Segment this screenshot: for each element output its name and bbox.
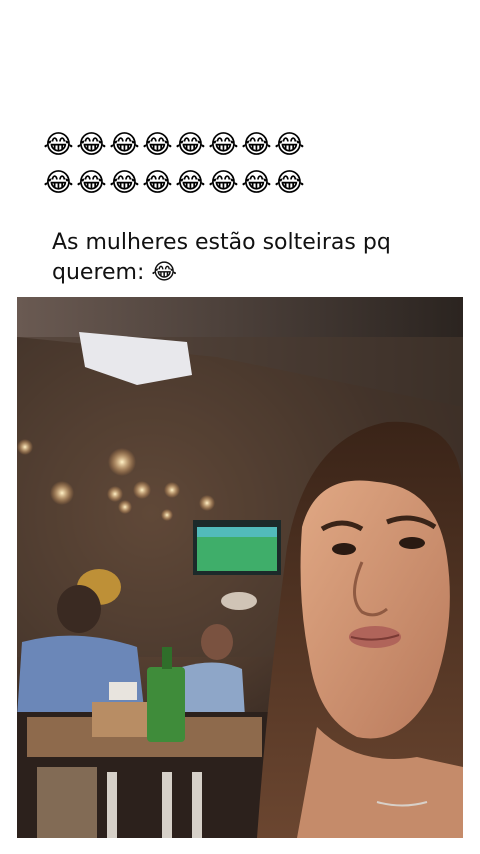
- light-bokeh: [161, 509, 173, 521]
- light-bokeh: [118, 500, 132, 514]
- post-caption: As mulheres estão solteiras pq querem: 😂: [52, 230, 391, 285]
- tears-of-joy-emoji: 😂: [241, 168, 272, 198]
- tears-of-joy-emoji: 😂: [43, 168, 74, 198]
- eye: [399, 537, 425, 549]
- light-bokeh: [199, 495, 215, 511]
- light-bokeh: [107, 486, 123, 502]
- light-bokeh: [17, 439, 33, 455]
- tears-of-joy-emoji: 😂: [43, 130, 74, 160]
- tears-of-joy-emoji: 😂: [175, 130, 206, 160]
- patron-head: [201, 624, 233, 660]
- tears-of-joy-emoji: 😂: [208, 168, 239, 198]
- tears-of-joy-emoji: 😂: [208, 130, 239, 160]
- light-bokeh: [50, 481, 74, 505]
- tears-of-joy-emoji: 😂: [109, 130, 140, 160]
- chair: [37, 767, 97, 838]
- tears-of-joy-emoji: 😂: [175, 168, 206, 198]
- patron-shirt: [177, 662, 245, 717]
- light-bokeh: [133, 481, 151, 499]
- tears-of-joy-emoji: 😂: [142, 168, 173, 198]
- green-bottle: [147, 667, 185, 742]
- tears-of-joy-emoji: 😂: [109, 168, 140, 198]
- light-bokeh: [164, 482, 180, 498]
- tears-of-joy-emoji: 😂: [274, 168, 305, 198]
- video-frame[interactable]: [17, 297, 463, 838]
- napkin-holder: [92, 702, 152, 737]
- tears-of-joy-emoji: 😂: [274, 130, 305, 160]
- light-bokeh: [108, 448, 136, 476]
- tears-of-joy-emoji: 😂: [142, 130, 173, 160]
- emoji-row-2: 😂 😂 😂 😂 😂 😂 😂 😂: [42, 166, 306, 200]
- tears-of-joy-emoji: 😂: [76, 168, 107, 198]
- tears-of-joy-emoji: 😂: [241, 130, 272, 160]
- logo-sign: [221, 592, 257, 610]
- tears-of-joy-emoji: 😂: [76, 130, 107, 160]
- eye: [332, 543, 356, 555]
- patron-head: [57, 585, 101, 633]
- bar-scene-illustration: [17, 297, 463, 838]
- emoji-row-1: 😂 😂 😂 😂 😂 😂 😂 😂: [42, 128, 306, 162]
